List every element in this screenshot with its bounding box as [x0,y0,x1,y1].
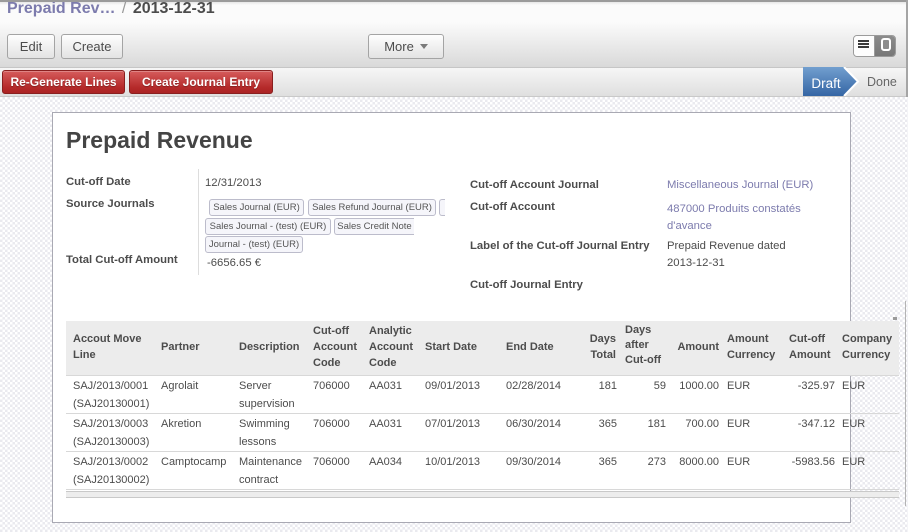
svg-text:Draft: Draft [811,76,841,91]
